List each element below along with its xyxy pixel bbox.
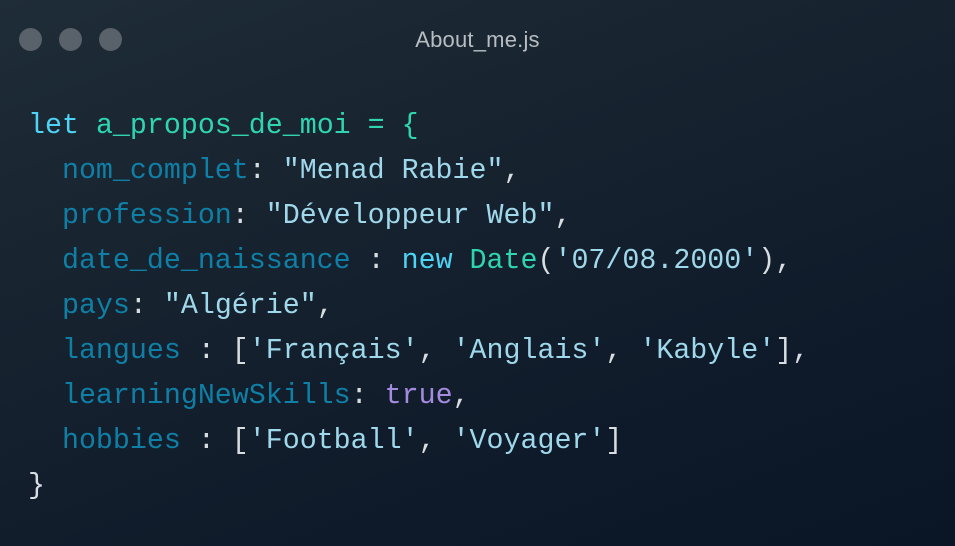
property-pays: pays bbox=[61, 290, 130, 322]
value-langue-3: 'Kabyle' bbox=[639, 335, 776, 367]
comma: , bbox=[418, 425, 453, 457]
separator: : bbox=[248, 155, 283, 187]
comma: , bbox=[605, 335, 640, 367]
code-line-declaration: let a_propos_de_moi = { bbox=[28, 104, 809, 149]
window-title: About_me.js bbox=[415, 27, 540, 52]
variable-name: a_propos_de_moi bbox=[95, 110, 351, 142]
title-bar: About_me.js bbox=[0, 0, 955, 78]
line-end: ), bbox=[758, 245, 793, 277]
code-line-profession: profession: "Développeur Web", bbox=[28, 194, 809, 239]
value-profession: "Développeur Web" bbox=[265, 200, 555, 232]
separator: : bbox=[350, 245, 402, 277]
separator: : bbox=[129, 290, 164, 322]
keyword-new: new bbox=[401, 245, 453, 277]
keyword-let: let bbox=[28, 110, 79, 142]
value-nom-complet: "Menad Rabie" bbox=[282, 155, 504, 187]
assign-open-brace: = { bbox=[350, 110, 419, 142]
separator: : [ bbox=[180, 335, 249, 367]
code-line-close: } bbox=[28, 464, 809, 509]
property-date-de-naissance: date_de_naissance bbox=[61, 245, 351, 277]
value-hobby-1: 'Football' bbox=[248, 425, 419, 457]
property-profession: profession bbox=[61, 200, 232, 232]
property-hobbies: hobbies bbox=[61, 425, 181, 457]
value-pays: "Algérie" bbox=[163, 290, 317, 322]
code-line-langues: langues : ['Français', 'Anglais', 'Kabyl… bbox=[28, 329, 809, 374]
code-line-hobbies: hobbies : ['Football', 'Voyager'] bbox=[28, 419, 809, 464]
line-end: , bbox=[554, 200, 572, 232]
comma: , bbox=[418, 335, 453, 367]
separator: : bbox=[350, 380, 385, 412]
line-end: ] bbox=[605, 425, 623, 457]
line-end: ], bbox=[775, 335, 810, 367]
value-hobby-2: 'Voyager' bbox=[452, 425, 606, 457]
line-end: , bbox=[452, 380, 470, 412]
close-brace: } bbox=[28, 470, 45, 502]
line-end: , bbox=[316, 290, 334, 322]
property-learning-new-skills: learningNewSkills bbox=[61, 380, 351, 412]
code-block: let a_propos_de_moi = { nom_complet: "Me… bbox=[28, 104, 809, 509]
property-nom-complet: nom_complet bbox=[61, 155, 249, 187]
value-langue-2: 'Anglais' bbox=[452, 335, 606, 367]
separator: : [ bbox=[180, 425, 249, 457]
code-line-date-de-naissance: date_de_naissance : new Date('07/08.2000… bbox=[28, 239, 809, 284]
code-line-pays: pays: "Algérie", bbox=[28, 284, 809, 329]
paren-open: ( bbox=[537, 245, 555, 277]
property-langues: langues bbox=[61, 335, 181, 367]
separator: : bbox=[231, 200, 266, 232]
value-date: '07/08.2000' bbox=[554, 245, 759, 277]
code-window: About_me.js let a_propos_de_moi = { nom_… bbox=[0, 0, 955, 546]
value-langue-1: 'Français' bbox=[248, 335, 419, 367]
function-date: Date bbox=[469, 245, 538, 277]
code-line-learning-new-skills: learningNewSkills: true, bbox=[28, 374, 809, 419]
value-learning-new-skills: true bbox=[384, 380, 453, 412]
code-line-nom-complet: nom_complet: "Menad Rabie", bbox=[28, 149, 809, 194]
line-end: , bbox=[503, 155, 521, 187]
